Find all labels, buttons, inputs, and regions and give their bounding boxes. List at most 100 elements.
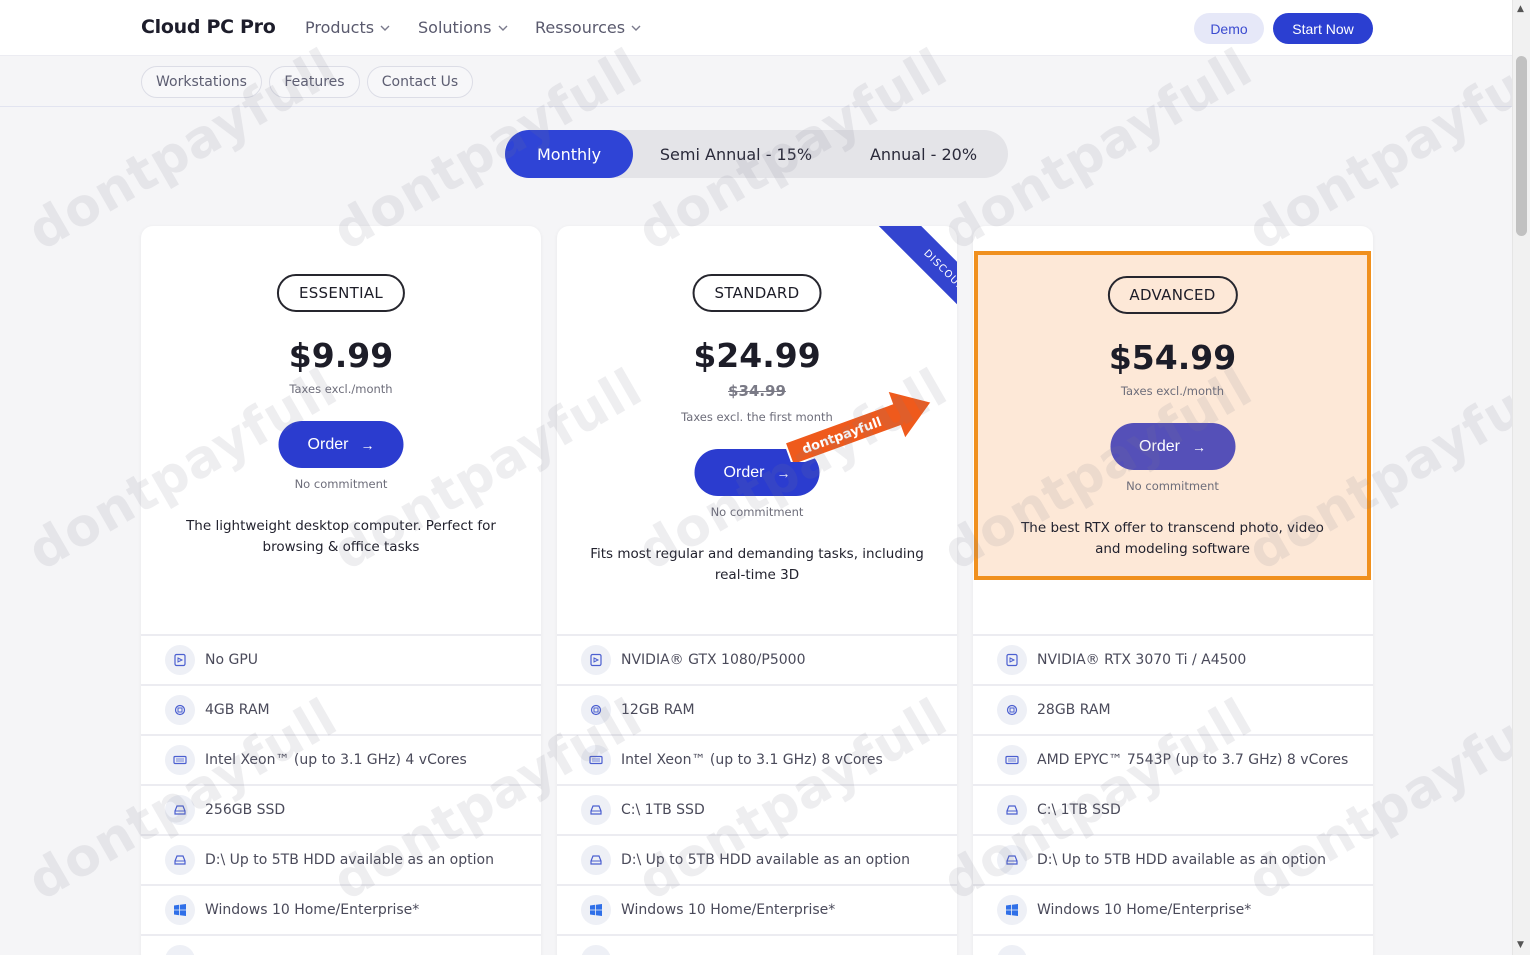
- cpu-icon: [581, 745, 611, 775]
- plan-card-essential: ESSENTIAL $9.99 Taxes excl./month Order …: [141, 226, 541, 955]
- subnav-workstations[interactable]: Workstations: [141, 66, 262, 98]
- feature-label: NVIDIA® RTX 3070 Ti / A4500: [1037, 652, 1247, 668]
- feature-row: 12GB RAM: [557, 684, 957, 734]
- top-navbar: Cloud PC Pro Products Solutions Ressourc…: [0, 0, 1512, 56]
- plan-taxes-note: Taxes excl./month: [289, 382, 393, 396]
- billing-period-toggle: Monthly Semi Annual - 15% Annual - 20%: [505, 130, 1008, 178]
- gpu-icon: [997, 645, 1027, 675]
- feature-row: Windows 10 Home/Enterprise*: [141, 884, 541, 934]
- subnav-features[interactable]: Features: [269, 66, 360, 98]
- feature-row-partial: [973, 934, 1373, 955]
- billing-annual[interactable]: Annual - 20%: [835, 130, 1012, 178]
- billing-semi-annual[interactable]: Semi Annual - 15%: [645, 130, 827, 178]
- commitment-note: No commitment: [1126, 479, 1219, 493]
- scroll-up-icon[interactable]: ▲: [1517, 4, 1524, 14]
- feature-label: AMD EPYC™ 7543P (up to 3.7 GHz) 8 vCores: [1037, 752, 1349, 768]
- scroll-thumb[interactable]: [1516, 56, 1527, 236]
- chevron-down-icon: [498, 25, 508, 31]
- cpu-icon: [165, 745, 195, 775]
- feature-row: Windows 10 Home/Enterprise*: [557, 884, 957, 934]
- plan-description: The lightweight desktop computer. Perfec…: [186, 518, 496, 555]
- windows-icon: [581, 895, 611, 925]
- feature-row: 256GB SSD: [141, 784, 541, 834]
- arrow-right-icon: →: [360, 436, 375, 453]
- feature-label: Intel Xeon™ (up to 3.1 GHz) 4 vCores: [205, 752, 467, 768]
- nav-ressources-label: Ressources: [535, 18, 626, 37]
- order-button-label: Order: [307, 435, 349, 453]
- plan-description: The best RTX offer to transcend photo, v…: [1021, 520, 1324, 557]
- windows-icon: [997, 895, 1027, 925]
- cpu-icon: [997, 745, 1027, 775]
- feature-label: Windows 10 Home/Enterprise*: [205, 902, 420, 918]
- plan-taxes-note: Taxes excl./month: [1120, 384, 1225, 398]
- gpu-icon: [165, 645, 195, 675]
- demo-button[interactable]: Demo: [1194, 13, 1264, 44]
- arrow-right-icon: →: [776, 464, 791, 481]
- feature-label: D:\ Up to 5TB HDD available as an option: [205, 852, 494, 868]
- feature-row: AMD EPYC™ 7543P (up to 3.7 GHz) 8 vCores: [973, 734, 1373, 784]
- advanced-highlight-box: ADVANCED $54.99 Taxes excl./month Order …: [974, 251, 1371, 580]
- feature-label: Windows 10 Home/Enterprise*: [621, 902, 836, 918]
- sub-navbar: Workstations Features Contact Us: [0, 56, 1512, 107]
- commitment-note: No commitment: [294, 477, 388, 491]
- feature-row: D:\ Up to 5TB HDD available as an option: [141, 834, 541, 884]
- plan-name: STANDARD: [692, 274, 822, 312]
- ram-icon: [997, 695, 1027, 725]
- feature-label: NVIDIA® GTX 1080/P5000: [621, 652, 806, 668]
- arrow-right-icon: →: [1191, 438, 1206, 455]
- feature-list: NVIDIA® RTX 3070 Ti / A4500 28GB RAM AMD E…: [973, 634, 1373, 955]
- hdd-icon: [165, 845, 195, 875]
- feature-row-partial: [141, 934, 541, 955]
- order-button-label: Order: [1139, 437, 1180, 455]
- ram-icon: [165, 695, 195, 725]
- plan-price: $9.99: [288, 336, 394, 375]
- windows-icon: [165, 895, 195, 925]
- feature-label: D:\ Up to 5TB HDD available as an option: [1037, 852, 1326, 868]
- subnav-contact-us[interactable]: Contact Us: [367, 66, 473, 98]
- promo-arrow-overlay: dontpayfull: [783, 392, 934, 462]
- feature-list: NVIDIA® GTX 1080/P5000 12GB RAM Intel Xeon…: [557, 634, 957, 955]
- feature-row: Windows 10 Home/Enterprise*: [973, 884, 1373, 934]
- nav-solutions[interactable]: Solutions: [418, 18, 508, 37]
- feature-row: C:\ 1TB SSD: [973, 784, 1373, 834]
- page-scrollbar[interactable]: ▲ ▼: [1512, 0, 1530, 955]
- feature-row: D:\ Up to 5TB HDD available as an option: [973, 834, 1373, 884]
- ssd-icon: [581, 795, 611, 825]
- plan-card-standard: STANDARD $24.99 $34.99 Taxes excl. the f…: [557, 226, 957, 955]
- nav-solutions-label: Solutions: [418, 18, 492, 37]
- scroll-down-icon[interactable]: ▼: [1517, 940, 1524, 950]
- order-button[interactable]: Order →: [1110, 423, 1235, 470]
- start-now-button[interactable]: Start Now: [1273, 13, 1373, 44]
- feature-label: D:\ Up to 5TB HDD available as an option: [621, 852, 910, 868]
- feature-label: 4GB RAM: [205, 702, 270, 718]
- feature-row: Intel Xeon™ (up to 3.1 GHz) 8 vCores: [557, 734, 957, 784]
- feature-row: 4GB RAM: [141, 684, 541, 734]
- feature-row: NVIDIA® GTX 1080/P5000: [557, 634, 957, 684]
- feature-icon: [165, 945, 195, 955]
- feature-label: 12GB RAM: [621, 702, 695, 718]
- chevron-down-icon: [631, 25, 641, 31]
- billing-monthly[interactable]: Monthly: [505, 130, 633, 178]
- hdd-icon: [581, 845, 611, 875]
- nav-ressources[interactable]: Ressources: [535, 18, 641, 37]
- ssd-icon: [997, 795, 1027, 825]
- discount-ribbon: DISCOUNT: [869, 226, 957, 351]
- feature-icon: [581, 945, 611, 955]
- chevron-down-icon: [380, 25, 390, 31]
- feature-label: Intel Xeon™ (up to 3.1 GHz) 8 vCores: [621, 752, 883, 768]
- nav-products[interactable]: Products: [305, 18, 390, 37]
- ssd-icon: [165, 795, 195, 825]
- feature-label: 28GB RAM: [1037, 702, 1111, 718]
- feature-row: C:\ 1TB SSD: [557, 784, 957, 834]
- feature-row: 28GB RAM: [973, 684, 1373, 734]
- feature-label: No GPU: [205, 652, 259, 668]
- plan-price: $54.99: [1108, 338, 1237, 377]
- feature-row: No GPU: [141, 634, 541, 684]
- order-button[interactable]: Order →: [278, 421, 404, 468]
- feature-label: C:\ 1TB SSD: [1037, 802, 1121, 818]
- feature-label: 256GB SSD: [205, 802, 286, 818]
- plan-description: Fits most regular and demanding tasks, i…: [590, 546, 924, 583]
- brand-logo[interactable]: Cloud PC Pro: [141, 16, 276, 38]
- feature-row: Intel Xeon™ (up to 3.1 GHz) 4 vCores: [141, 734, 541, 784]
- feature-row: NVIDIA® RTX 3070 Ti / A4500: [973, 634, 1373, 684]
